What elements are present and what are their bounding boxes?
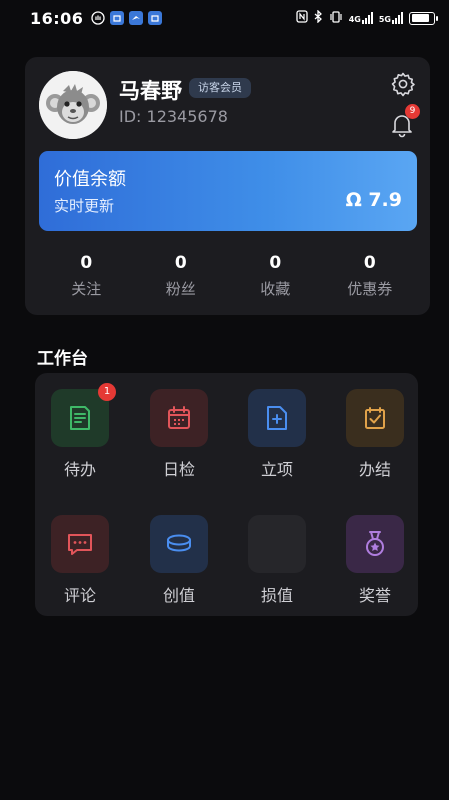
coins-icon [167,534,191,552]
status-time: 16:06 [30,8,84,28]
bluetooth-icon [314,9,323,26]
stat-label: 关注 [71,280,102,298]
hand-icon [91,11,106,25]
workbench-item-label: 日检 [162,460,195,479]
user-id: ID: 12345678 [119,107,228,126]
workbench-item-label: 办结 [358,460,391,479]
stat-value: 0 [269,253,282,273]
workbench-item-label: 创值 [162,586,195,605]
comment-icon [68,534,92,555]
workbench-item-daily-check[interactable]: 日检 [144,389,214,480]
member-badge: 访客会员 [189,78,251,98]
workbench-item-honor[interactable]: 奖誉 [340,515,410,606]
workbench-item-label: 评论 [63,586,96,605]
stat-fans[interactable]: 0 粉丝 [134,253,229,299]
todo-count-badge: 1 [98,383,116,401]
calendar-icon [168,406,190,429]
battery-icon [409,11,438,25]
workbench-item-loss-value[interactable]: 损值 [242,515,312,606]
check-square-icon [365,407,385,429]
bird-app-icon [129,11,144,25]
stat-favorites[interactable]: 0 收藏 [228,253,323,299]
value-balance-subtitle: 实时更新 [54,197,115,215]
notification-count-badge: 9 [405,104,420,119]
stat-coupons[interactable]: 0 优惠券 [323,253,418,299]
stat-label: 优惠券 [347,280,393,298]
monkey-avatar-icon [39,71,107,139]
signal-icon [361,12,373,24]
value-balance-amount: Ω 7.9 [345,189,402,211]
stats-row: 0 关注 0 粉丝 0 收藏 0 优惠券 [39,253,417,299]
workbench-item-label: 奖誉 [358,586,391,605]
profile-card: 马春野 访客会员 ID: 12345678 9 价值余额 实时更新 Ω 7.9 … [25,57,430,315]
network-type-label: 4G [348,15,361,24]
workbench-item-create-value[interactable]: 创值 [144,515,214,606]
stat-label: 粉丝 [165,280,196,298]
workbench-title: 工作台 [37,349,88,369]
medal-icon [366,531,384,556]
stat-value: 0 [80,253,93,273]
todo-icon [70,406,90,430]
network-type-label-2: 5G [378,15,391,24]
stat-follow[interactable]: 0 关注 [39,253,134,299]
signal-icon [392,12,403,24]
workbench-item-label: 损值 [260,586,293,605]
vibrate-icon [329,10,343,26]
workbench-grid: 1 待办 日检 立项 办结 评论 创值 损值 奖誉 [35,373,418,616]
notification-icons [91,11,163,25]
workbench-item-todo[interactable]: 1 待办 [45,383,116,480]
stat-value: 0 [174,253,187,273]
avatar[interactable] [39,71,107,139]
app-notification-icon [110,11,125,25]
workbench-item-comment[interactable]: 评论 [45,515,115,606]
add-document-icon [267,406,287,430]
workbench-item-label: 待办 [63,460,96,479]
value-balance-title: 价值余额 [54,169,126,190]
workbench-item-project[interactable]: 立项 [242,389,312,480]
value-balance-card[interactable]: 价值余额 实时更新 Ω 7.9 [39,151,417,231]
app-notification-icon [148,11,163,25]
stat-value: 0 [363,253,376,273]
status-bar: 16:06 4G 5G [0,0,449,36]
username: 马春野 [119,79,182,103]
workbench-item-label: 立项 [260,460,293,479]
workbench-item-completed[interactable]: 办结 [340,389,410,480]
nfc-icon [296,10,308,26]
settings-gear-icon[interactable] [390,71,416,97]
stat-label: 收藏 [260,280,291,298]
